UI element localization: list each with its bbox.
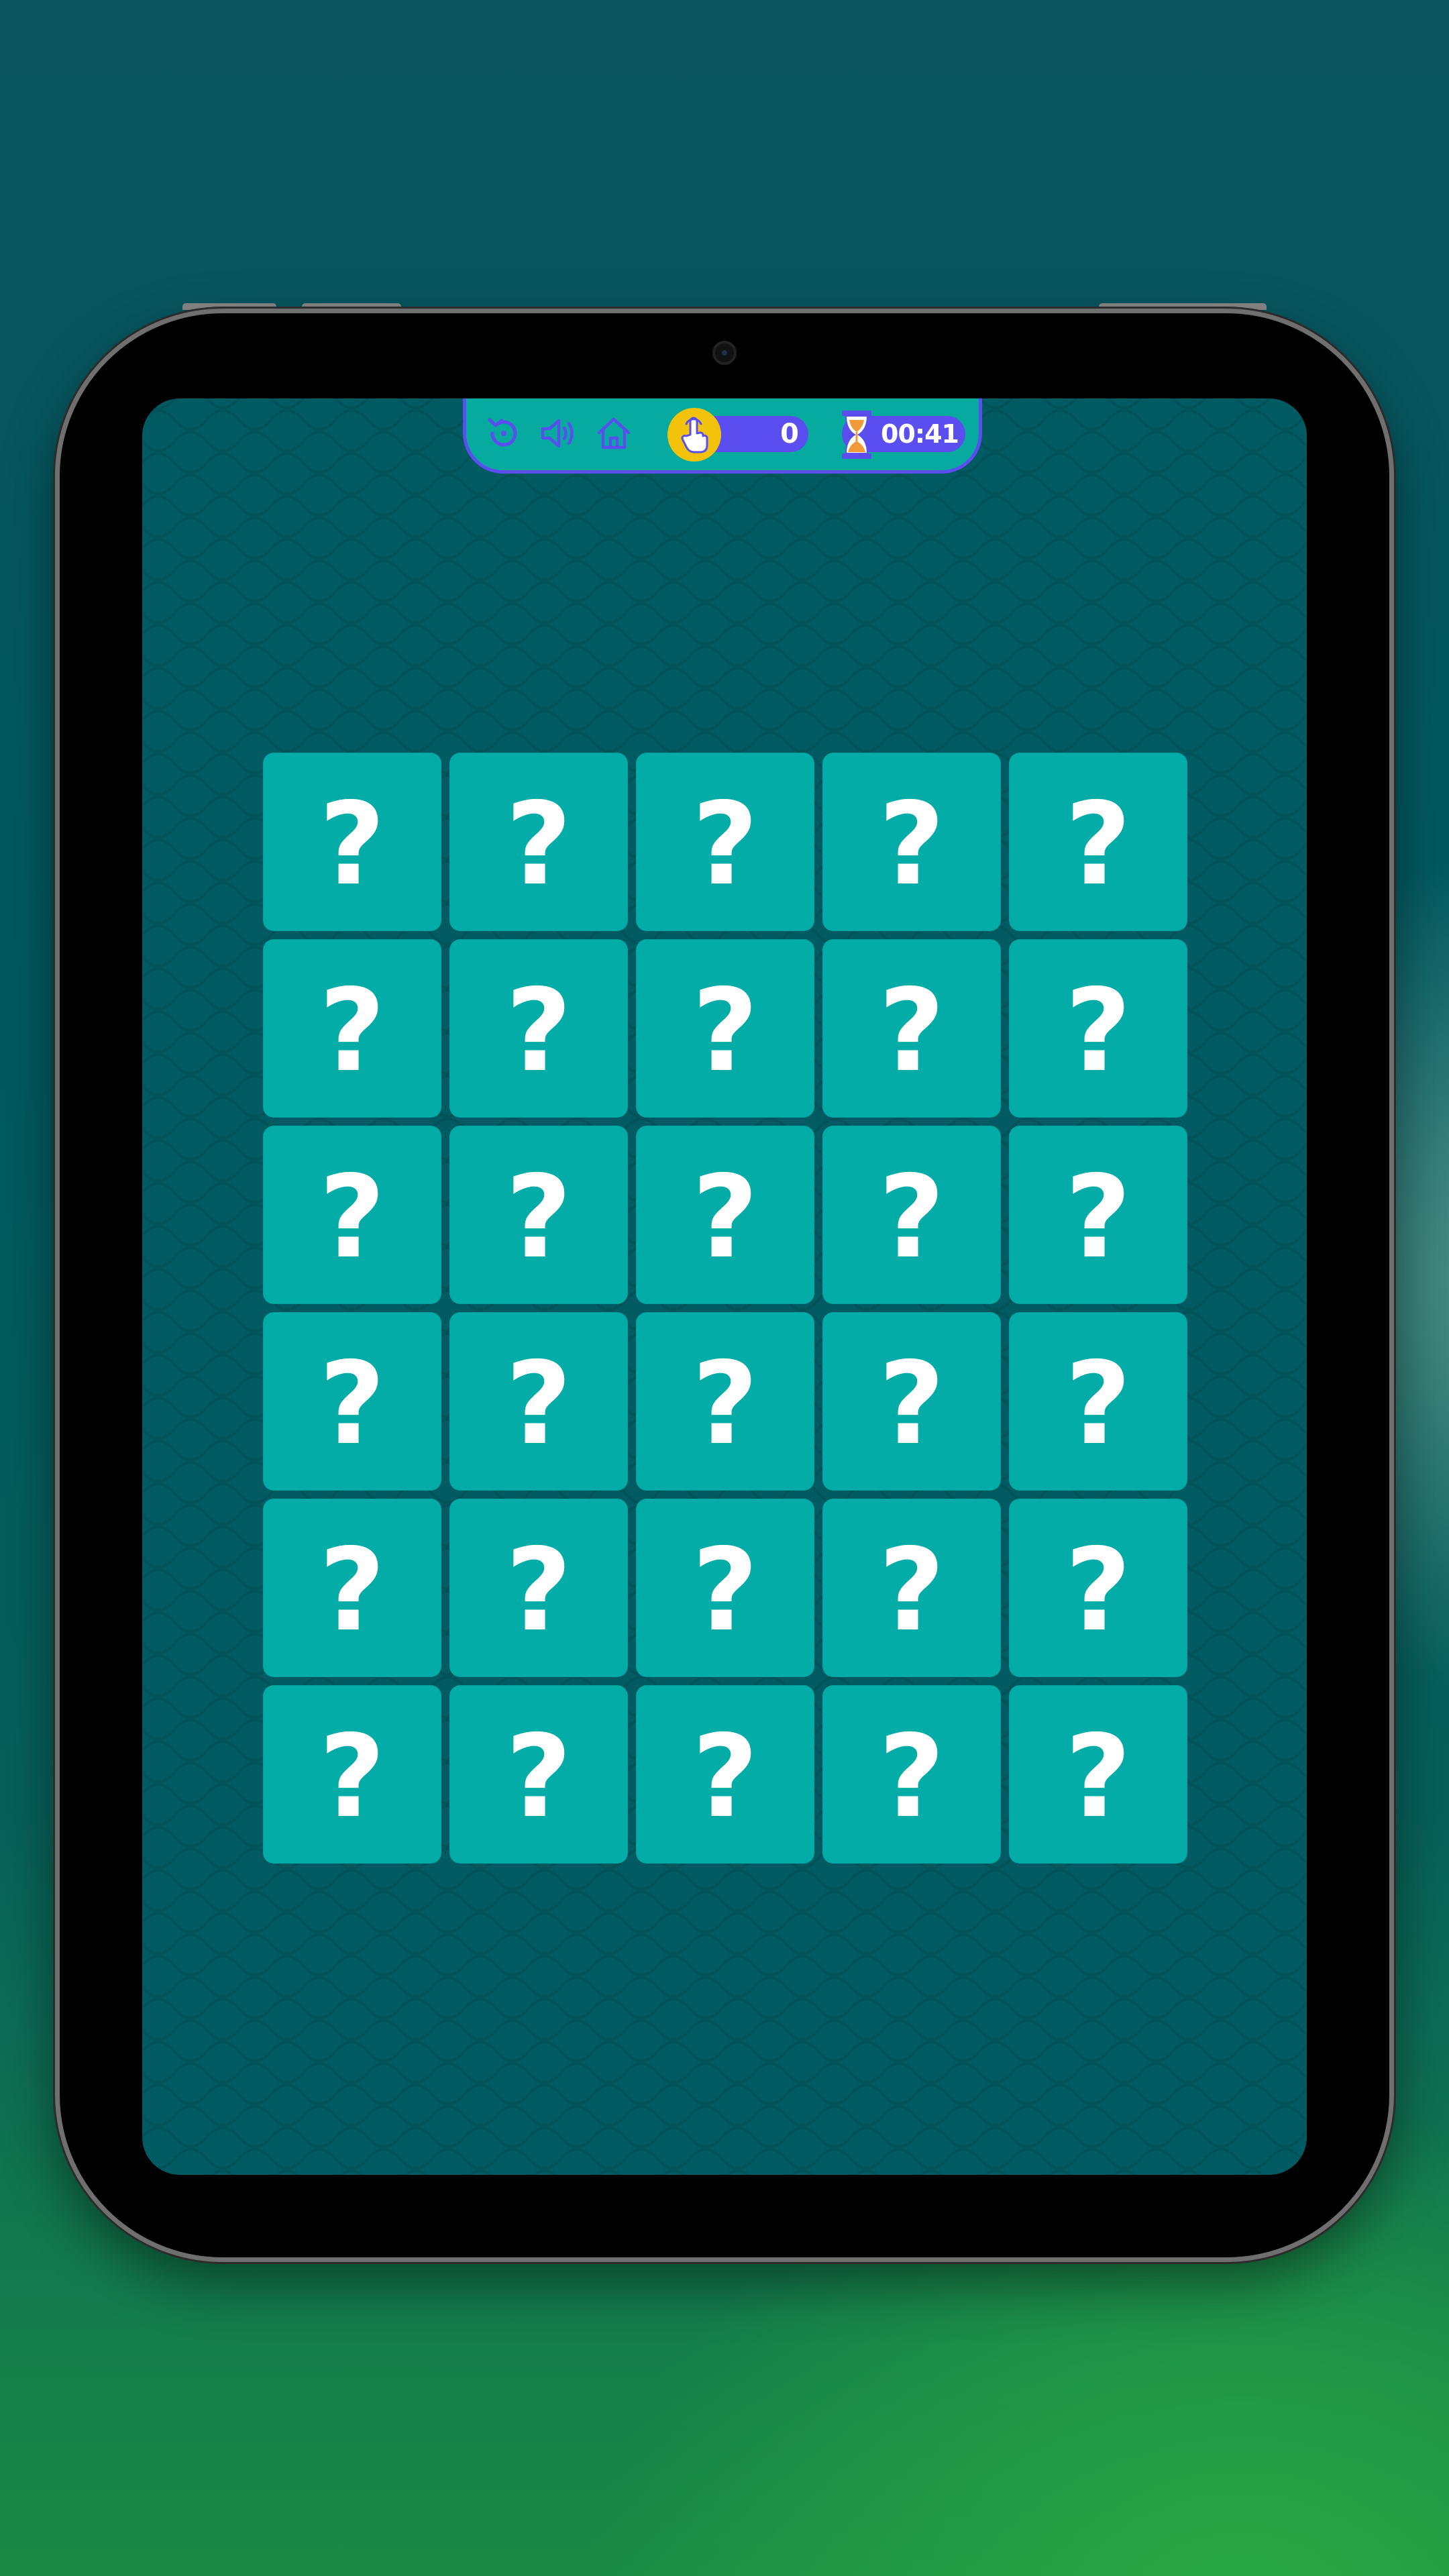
card-question-mark: ? bbox=[505, 778, 572, 911]
card-question-mark: ? bbox=[1065, 1524, 1132, 1657]
card-question-mark: ? bbox=[505, 965, 572, 1097]
top-hud-bar: 0 00:41 bbox=[463, 398, 982, 474]
memory-card[interactable]: ? bbox=[822, 1126, 1001, 1304]
memory-card[interactable]: ? bbox=[263, 1685, 441, 1864]
card-question-mark: ? bbox=[878, 1711, 945, 1843]
card-question-mark: ? bbox=[505, 1338, 572, 1470]
memory-card[interactable]: ? bbox=[263, 753, 441, 931]
memory-card[interactable]: ? bbox=[449, 1126, 628, 1304]
card-question-mark: ? bbox=[878, 1338, 945, 1470]
memory-card[interactable]: ? bbox=[822, 1685, 1001, 1864]
memory-card[interactable]: ? bbox=[636, 1685, 814, 1864]
memory-card[interactable]: ? bbox=[1009, 939, 1187, 1118]
memory-card[interactable]: ? bbox=[449, 1312, 628, 1491]
card-question-mark: ? bbox=[878, 778, 945, 911]
memory-card[interactable]: ? bbox=[636, 1312, 814, 1491]
memory-card[interactable]: ? bbox=[822, 1312, 1001, 1491]
card-question-mark: ? bbox=[878, 965, 945, 1097]
memory-card[interactable]: ? bbox=[449, 939, 628, 1118]
front-camera bbox=[712, 341, 737, 365]
card-question-mark: ? bbox=[319, 778, 386, 911]
memory-card[interactable]: ? bbox=[449, 1685, 628, 1864]
card-question-mark: ? bbox=[692, 1151, 759, 1284]
restart-icon[interactable] bbox=[482, 412, 525, 455]
card-question-mark: ? bbox=[1065, 778, 1132, 911]
memory-card[interactable]: ? bbox=[636, 1126, 814, 1304]
memory-card[interactable]: ? bbox=[636, 1499, 814, 1677]
home-icon[interactable] bbox=[592, 412, 635, 455]
memory-card[interactable]: ? bbox=[1009, 1499, 1187, 1677]
card-question-mark: ? bbox=[1065, 1338, 1132, 1470]
card-question-mark: ? bbox=[692, 778, 759, 911]
memory-card[interactable]: ? bbox=[1009, 1685, 1187, 1864]
card-question-mark: ? bbox=[692, 1524, 759, 1657]
card-question-mark: ? bbox=[1065, 965, 1132, 1097]
card-question-mark: ? bbox=[319, 1338, 386, 1470]
memory-card[interactable]: ? bbox=[449, 1499, 628, 1677]
memory-card[interactable]: ? bbox=[263, 1126, 441, 1304]
card-question-mark: ? bbox=[692, 1711, 759, 1843]
memory-card[interactable]: ? bbox=[263, 1499, 441, 1677]
memory-card[interactable]: ? bbox=[1009, 753, 1187, 931]
card-question-mark: ? bbox=[319, 1524, 386, 1657]
memory-card[interactable]: ? bbox=[822, 1499, 1001, 1677]
hourglass-icon bbox=[838, 409, 875, 460]
memory-card[interactable]: ? bbox=[263, 1312, 441, 1491]
memory-card[interactable]: ? bbox=[636, 753, 814, 931]
card-grid: ?????????????????????????????? bbox=[263, 753, 1187, 1864]
tap-hand-icon bbox=[667, 408, 721, 462]
clicks-value: 0 bbox=[780, 419, 799, 449]
card-question-mark: ? bbox=[878, 1524, 945, 1657]
memory-card[interactable]: ? bbox=[449, 753, 628, 931]
card-question-mark: ? bbox=[319, 965, 386, 1097]
memory-card[interactable]: ? bbox=[1009, 1126, 1187, 1304]
card-question-mark: ? bbox=[319, 1151, 386, 1284]
card-question-mark: ? bbox=[1065, 1151, 1132, 1284]
card-question-mark: ? bbox=[878, 1151, 945, 1284]
speaker-icon[interactable] bbox=[537, 412, 580, 455]
card-question-mark: ? bbox=[505, 1524, 572, 1657]
timer-value: 00:41 bbox=[881, 419, 959, 449]
card-question-mark: ? bbox=[505, 1711, 572, 1843]
game-screen: 0 00:41 ?????????????????????????????? bbox=[142, 398, 1307, 2175]
memory-card[interactable]: ? bbox=[263, 939, 441, 1118]
memory-card[interactable]: ? bbox=[822, 753, 1001, 931]
card-question-mark: ? bbox=[692, 1338, 759, 1470]
memory-card[interactable]: ? bbox=[822, 939, 1001, 1118]
memory-card[interactable]: ? bbox=[636, 939, 814, 1118]
card-question-mark: ? bbox=[319, 1711, 386, 1843]
card-question-mark: ? bbox=[692, 965, 759, 1097]
card-question-mark: ? bbox=[1065, 1711, 1132, 1843]
memory-card[interactable]: ? bbox=[1009, 1312, 1187, 1491]
card-question-mark: ? bbox=[505, 1151, 572, 1284]
